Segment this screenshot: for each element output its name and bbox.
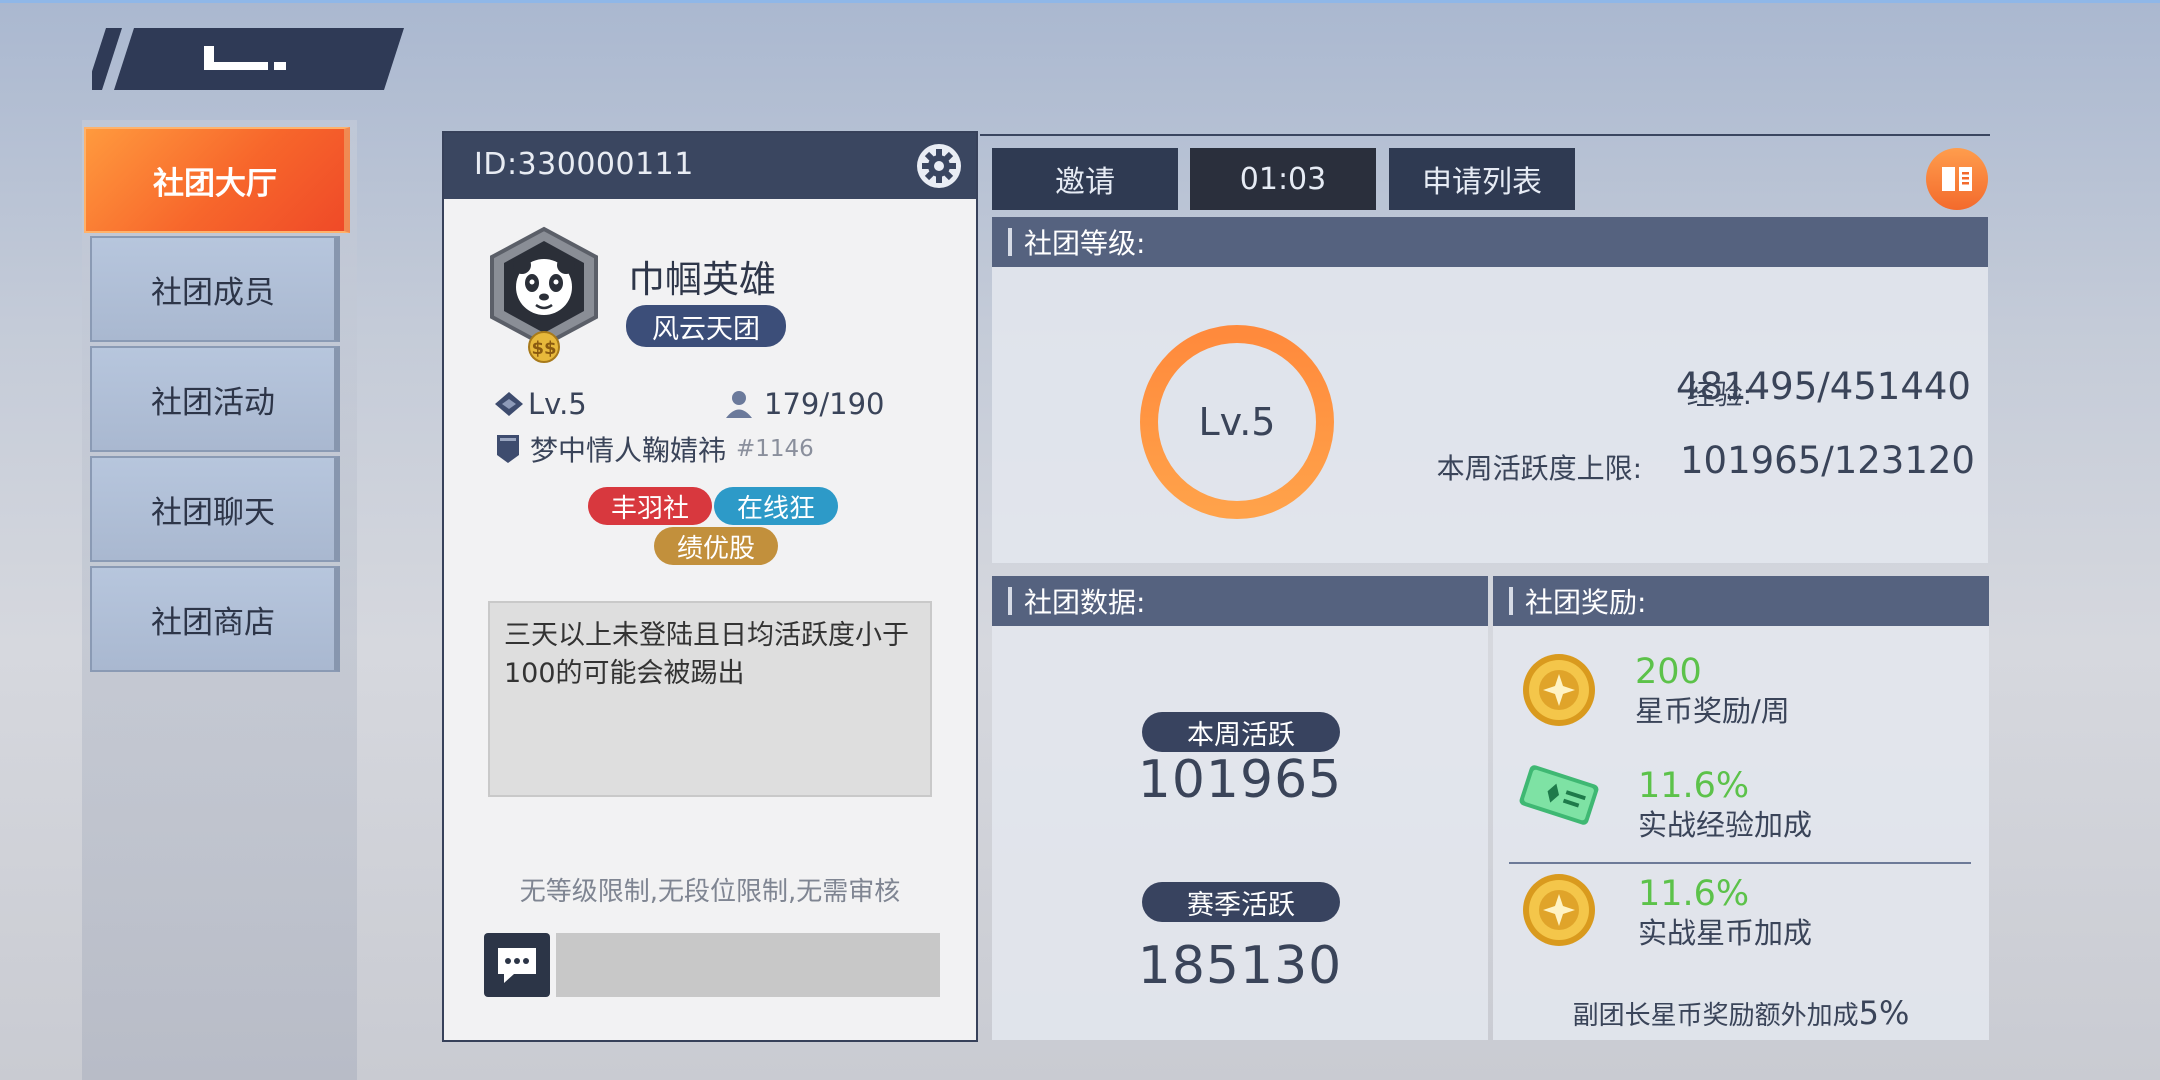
club-tag-3: 绩优股 (654, 527, 778, 565)
weekly-cap-value: 101965/123120 (1680, 439, 1975, 482)
chat-bubble-icon (498, 948, 536, 983)
reward-footer: 副团长星币奖励额外加成5% (1493, 994, 1989, 1032)
sidebar-item-chat[interactable]: 社团聊天 (90, 456, 340, 562)
countdown-timer: 01:03 (1190, 148, 1376, 210)
join-restrictions: 无等级限制,无段位限制,无需审核 (519, 877, 901, 907)
club-id: ID:330000111 (474, 147, 694, 182)
reward-3-desc: 实战星币加成 (1638, 916, 1813, 950)
club-tag-2: 在线狂 (714, 487, 838, 525)
club-level-panel: 社团等级: Lv.5 经验: 481495/451440 本周活跃度上限: 10… (992, 217, 1988, 563)
reward-footer-text: 副团长星币奖励额外加成 (1572, 1001, 1859, 1031)
club-level: Lv.5 (494, 387, 587, 421)
reward-2-value: 11.6% (1638, 766, 1750, 806)
book-icon[interactable] (1926, 148, 1988, 210)
svg-text:$$: $$ (531, 338, 556, 359)
person-icon (726, 391, 752, 418)
data-panel-header: 社团数据: (992, 576, 1488, 626)
reward-1-desc: 星币奖励/周 (1635, 694, 1790, 728)
member-count-text: 179/190 (764, 387, 885, 421)
weekly-activity-value: 101965 (1137, 750, 1343, 810)
gear-icon[interactable] (914, 141, 964, 191)
back-button[interactable] (92, 28, 404, 90)
reward-panel-title: 社团奖励: (1525, 586, 1647, 619)
reward-panel-header: 社团奖励: (1493, 576, 1989, 626)
star-coin-icon (1523, 654, 1595, 726)
club-profile-card: ID:330000111 $$ 巾帼英雄 风云天团 Lv.5 179/190 梦… (442, 131, 978, 1042)
season-activity-value: 185130 (1137, 936, 1343, 996)
member-count: 179/190 (724, 387, 884, 421)
level-panel-title: 社团等级: (1024, 227, 1146, 260)
back-arrow-icon (92, 28, 404, 90)
club-badge: 风云天团 (626, 305, 786, 347)
weekly-activity-label: 本周活跃 (1142, 712, 1340, 752)
club-level-text: Lv.5 (528, 387, 587, 421)
invite-button[interactable]: 邀请 (992, 148, 1178, 210)
club-reward-panel: 社团奖励: 200 星币奖励/周 11.6% 实战经验加成 11.6% 实战星币… (1493, 576, 1989, 1040)
level-ring-label: Lv.5 (1198, 400, 1276, 444)
leader-tag: #1146 (736, 436, 814, 462)
top-border-line (0, 0, 2160, 3)
reward-2-desc: 实战经验加成 (1638, 808, 1813, 842)
sidebar-item-members[interactable]: 社团成员 (90, 236, 340, 342)
chat-button[interactable] (484, 933, 550, 997)
sidebar-item-shop[interactable]: 社团商店 (90, 566, 340, 672)
data-panel-title: 社团数据: (1024, 586, 1146, 619)
leader-name: 梦中情人鞠婧祎 (530, 434, 727, 467)
reward-footer-pct: 5% (1858, 994, 1910, 1032)
club-data-panel: 社团数据: 本周活跃 101965 赛季活跃 185130 (992, 576, 1488, 1040)
sidebar-item-activities[interactable]: 社团活动 (90, 346, 340, 452)
club-tag-1: 丰羽社 (588, 487, 712, 525)
weekly-cap-label: 本周活跃度上限: (1436, 452, 1642, 485)
leader-info: 梦中情人鞠婧祎 #1146 (496, 429, 814, 469)
season-activity-label: 赛季活跃 (1142, 882, 1340, 922)
top-divider (980, 134, 1990, 136)
exp-ticket-icon (1519, 765, 1599, 825)
exp-value: 481495/451440 (1676, 365, 1971, 408)
level-panel-header: 社团等级: (992, 217, 1988, 267)
reward-3-value: 11.6% (1638, 874, 1750, 914)
reward-1-value: 200 (1635, 652, 1702, 692)
apply-list-button[interactable]: 申请列表 (1389, 148, 1575, 210)
profile-header: ID:330000111 (444, 133, 976, 199)
club-name: 巾帼英雄 (628, 258, 776, 301)
sidebar-item-hall[interactable]: 社团大厅 (84, 127, 350, 233)
club-notice: 三天以上未登陆且日均活跃度小于100的可能会被踢出 (488, 601, 932, 797)
reward-divider (1509, 862, 1971, 864)
level-diamond-icon (495, 392, 523, 416)
chat-input[interactable] (556, 933, 940, 997)
star-coin-icon (1523, 874, 1595, 946)
panda-emblem-icon: $$ (490, 226, 598, 363)
leader-shield-icon (497, 435, 519, 463)
